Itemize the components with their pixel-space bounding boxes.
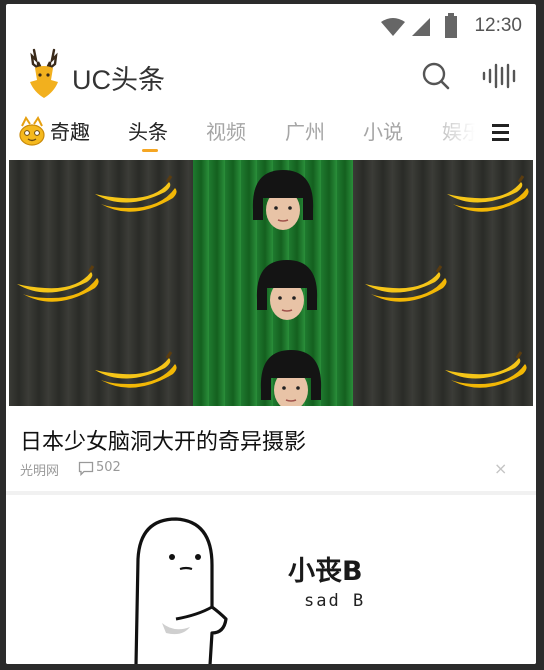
channel-menu-button[interactable] — [484, 120, 524, 150]
search-icon[interactable] — [418, 58, 454, 94]
feed-card-sad-b[interactable]: 小丧B sad B — [6, 495, 536, 664]
voice-search-icon[interactable] — [478, 60, 522, 92]
channel-tabs: 奇趣 头条 视频 广州 小说 娱乐 — [6, 108, 536, 160]
clock: 12:30 — [474, 15, 522, 36]
comment-icon — [78, 461, 94, 476]
menu-icon-bar — [492, 131, 509, 134]
card-title: 小丧B — [288, 556, 363, 587]
app-header: UC头条 — [6, 46, 536, 108]
menu-icon — [492, 124, 509, 127]
battery-icon — [445, 13, 457, 38]
active-tab-indicator — [142, 149, 158, 152]
tab-qiqu[interactable]: 奇趣 — [50, 116, 90, 145]
tab-novel[interactable]: 小说 — [363, 116, 403, 145]
tab-toutiao[interactable]: 头条 — [128, 116, 168, 145]
status-bar: 12:30 — [6, 4, 536, 46]
tab-fade — [424, 108, 484, 160]
tab-guangzhou[interactable]: 广州 — [285, 116, 325, 145]
phone-screen: 12:30 UC头条 奇趣 头条 视频 广州 小说 日本少女脑洞大开的奇异摄影 … — [6, 4, 536, 664]
article-thumbnail[interactable] — [9, 160, 533, 406]
app-title: UC头条 — [72, 65, 165, 95]
article-source: 光明网 — [20, 464, 60, 479]
photo-illustration — [15, 169, 531, 406]
deer-logo-icon — [30, 48, 58, 98]
card-subtitle: sad B — [304, 591, 366, 611]
mascot-icon — [19, 116, 45, 146]
comment-count: 502 — [96, 460, 121, 475]
tab-video[interactable]: 视频 — [206, 116, 246, 145]
wifi-icon — [381, 18, 405, 36]
article-title[interactable]: 日本少女脑洞大开的奇异摄影 — [20, 424, 306, 456]
sad-b-character-icon — [134, 517, 228, 664]
cell-signal-icon — [412, 18, 430, 36]
dismiss-article-button[interactable]: × — [494, 459, 507, 478]
menu-icon-bar — [492, 138, 509, 141]
